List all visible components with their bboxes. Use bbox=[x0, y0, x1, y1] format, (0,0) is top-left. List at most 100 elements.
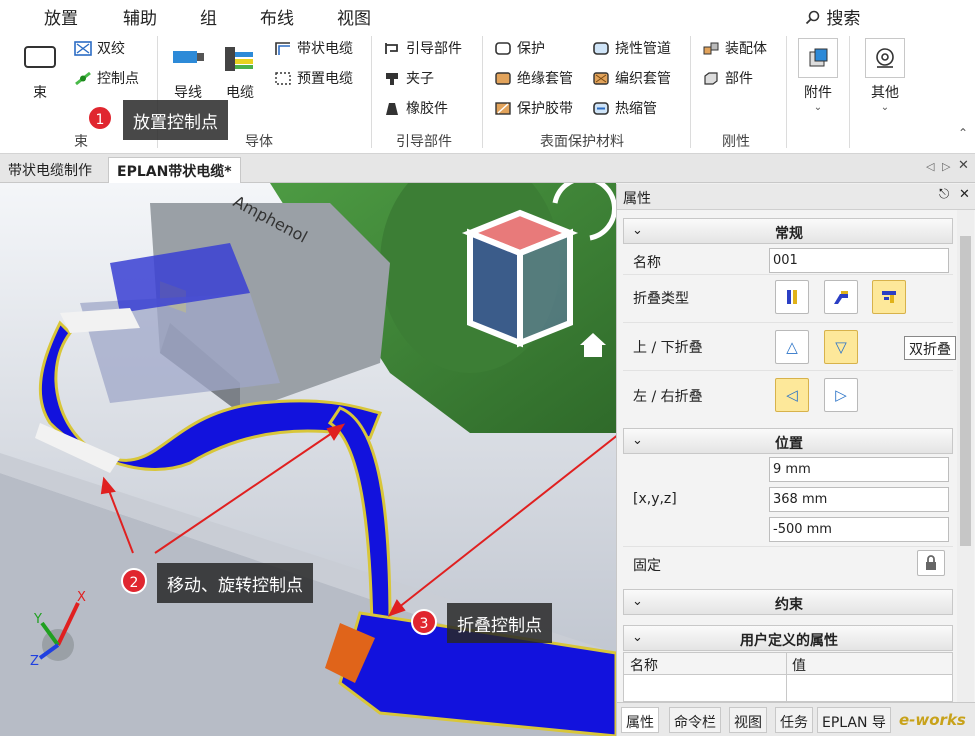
cable-icon bbox=[225, 47, 253, 71]
assembly-icon bbox=[703, 42, 719, 54]
guide-part-icon bbox=[385, 42, 398, 54]
tab-group[interactable]: 组 bbox=[200, 4, 217, 29]
triangle-down-icon: ▽ bbox=[835, 338, 847, 356]
close-icon[interactable]: ✕ bbox=[959, 187, 970, 202]
row-divider bbox=[623, 322, 953, 323]
flexible-conduit-button[interactable]: 挠性管道 bbox=[592, 38, 671, 58]
callout-badge-2: 2 bbox=[121, 568, 147, 594]
column-header-name[interactable]: 名称 bbox=[630, 655, 658, 675]
heat-shrink-button[interactable]: 热缩管 bbox=[592, 98, 657, 118]
position-z-field[interactable]: -500 mm bbox=[769, 517, 949, 542]
cable-button[interactable]: 电缆 bbox=[220, 44, 260, 102]
fold-type-single-button[interactable] bbox=[824, 280, 858, 314]
position-y-field[interactable]: 368 mm bbox=[769, 487, 949, 512]
section-constraint[interactable]: ⌄ 约束 bbox=[623, 589, 953, 615]
properties-panel: 属性 ⎋ ✕ ⌄ 常规 名称 001 折叠类型 上 / 下折叠 △ ▽ 左 / … bbox=[616, 184, 975, 736]
fold-up-button[interactable]: △ bbox=[775, 330, 809, 364]
flexible-conduit-label: 挠性管道 bbox=[615, 41, 671, 57]
protective-tape-icon bbox=[495, 101, 511, 115]
name-field[interactable]: 001 bbox=[769, 248, 949, 273]
close-icon[interactable]: ✕ bbox=[958, 158, 969, 173]
preset-cable-icon bbox=[275, 71, 291, 85]
vertical-scrollbar[interactable] bbox=[957, 210, 974, 702]
control-point-button[interactable]: 控制点 bbox=[74, 68, 139, 88]
chevron-down-icon: ⌄ bbox=[880, 102, 890, 113]
protection-label: 保护 bbox=[517, 41, 545, 57]
row-divider bbox=[623, 274, 953, 275]
fixed-label: 固定 bbox=[633, 558, 661, 574]
3d-viewport[interactable]: Amphenol X Y Z bbox=[0, 183, 616, 736]
control-point-label: 控制点 bbox=[97, 71, 139, 87]
group-label-conductor: 导体 bbox=[245, 134, 273, 150]
tab-place[interactable]: 放置 bbox=[44, 4, 78, 33]
lock-button[interactable] bbox=[917, 550, 945, 576]
callout-fold-control-point: 折叠控制点 bbox=[447, 603, 552, 643]
part-label: 部件 bbox=[725, 71, 753, 87]
ribbon-cable-button[interactable]: 带状电缆 bbox=[274, 38, 353, 58]
panel-tab-bar: 属性 命令栏 视图 任务 EPLAN 导 e-works bbox=[617, 702, 975, 736]
panel-tab-command-bar[interactable]: 命令栏 bbox=[669, 707, 721, 733]
protective-tape-button[interactable]: 保护胶带 bbox=[494, 98, 573, 118]
name-label: 名称 bbox=[633, 255, 661, 271]
other-label: 其他 bbox=[871, 85, 899, 101]
assembly-button[interactable]: 装配体 bbox=[702, 38, 767, 58]
fold-type-straight-button[interactable] bbox=[775, 280, 809, 314]
section-constraint-title: 约束 bbox=[775, 597, 803, 613]
panel-tab-eplan-nav[interactable]: EPLAN 导 bbox=[817, 707, 891, 733]
heat-shrink-label: 热缩管 bbox=[615, 101, 657, 117]
bundle-label: 束 bbox=[33, 85, 47, 101]
fold-left-button[interactable]: ◁ bbox=[775, 378, 809, 412]
insulation-sleeve-button[interactable]: 绝缘套管 bbox=[494, 68, 573, 88]
braided-sleeve-label: 编织套管 bbox=[615, 71, 671, 87]
guide-part-button[interactable]: 引导部件 bbox=[383, 38, 462, 58]
tab-assist[interactable]: 辅助 bbox=[123, 4, 157, 29]
fold-type-double-button[interactable] bbox=[872, 280, 906, 314]
panel-tab-properties[interactable]: 属性 bbox=[621, 707, 659, 733]
scrollbar-thumb[interactable] bbox=[960, 236, 971, 546]
section-user-defined[interactable]: ⌄ 用户定义的属性 bbox=[623, 625, 953, 651]
bundle-button[interactable]: 束 bbox=[20, 44, 60, 102]
braided-sleeve-icon bbox=[593, 71, 609, 85]
attachment-icon bbox=[809, 48, 828, 67]
wire-icon bbox=[173, 51, 204, 63]
fold-straight-icon bbox=[787, 290, 797, 304]
panel-tab-view[interactable]: 视图 bbox=[729, 707, 767, 733]
leftright-fold-label: 左 / 右折叠 bbox=[633, 389, 703, 405]
braided-sleeve-button[interactable]: 编织套管 bbox=[592, 68, 671, 88]
search-button[interactable]: 搜索 bbox=[805, 4, 860, 29]
insulation-sleeve-label: 绝缘套管 bbox=[517, 71, 573, 87]
twisted-pair-button[interactable]: 双绞 bbox=[74, 38, 125, 58]
section-general[interactable]: ⌄ 常规 bbox=[623, 218, 953, 244]
section-general-title: 常规 bbox=[775, 226, 803, 242]
wire-button[interactable]: 导线 bbox=[168, 44, 208, 102]
tab-scroll-right-icon[interactable]: ▷ bbox=[942, 160, 950, 173]
collapse-ribbon-icon[interactable]: ⌃ bbox=[958, 126, 968, 140]
doc-tab-eplan-ribbon-cable[interactable]: EPLAN带状电缆* bbox=[108, 157, 241, 183]
tab-view[interactable]: 视图 bbox=[337, 4, 371, 29]
rubber-part-button[interactable]: 橡胶件 bbox=[383, 98, 448, 118]
other-button[interactable]: 其他 ⌄ bbox=[864, 38, 906, 113]
clip-button[interactable]: 夹子 bbox=[383, 68, 434, 88]
tab-routing[interactable]: 布线 bbox=[260, 4, 294, 29]
search-label: 搜索 bbox=[826, 9, 861, 29]
triangle-up-icon: △ bbox=[786, 338, 798, 356]
tooltip-double-fold: 双折叠 bbox=[904, 336, 956, 360]
panel-tab-tasks[interactable]: 任务 bbox=[775, 707, 813, 733]
tab-scroll-left-icon[interactable]: ◁ bbox=[926, 160, 934, 173]
position-x-field[interactable]: 9 mm bbox=[769, 457, 949, 482]
properties-title: 属性 bbox=[623, 191, 651, 207]
fold-right-button[interactable]: ▷ bbox=[824, 378, 858, 412]
view-cube[interactable] bbox=[461, 209, 579, 348]
attachment-button[interactable]: 附件 ⌄ bbox=[797, 38, 839, 113]
guide-part-label: 引导部件 bbox=[406, 41, 462, 57]
pin-icon[interactable]: ⎋ bbox=[939, 187, 949, 202]
other-icon bbox=[876, 48, 894, 68]
column-header-value[interactable]: 值 bbox=[792, 655, 806, 675]
preset-cable-button[interactable]: 预置电缆 bbox=[274, 68, 353, 88]
section-position[interactable]: ⌄ 位置 bbox=[623, 428, 953, 454]
doc-tab-ribbon-cable-making[interactable]: 带状电缆制作 bbox=[0, 157, 100, 183]
fold-down-button[interactable]: ▽ bbox=[824, 330, 858, 364]
protection-button[interactable]: 保护 bbox=[494, 38, 545, 58]
triangle-left-icon: ◁ bbox=[786, 386, 798, 404]
part-button[interactable]: 部件 bbox=[702, 68, 753, 88]
